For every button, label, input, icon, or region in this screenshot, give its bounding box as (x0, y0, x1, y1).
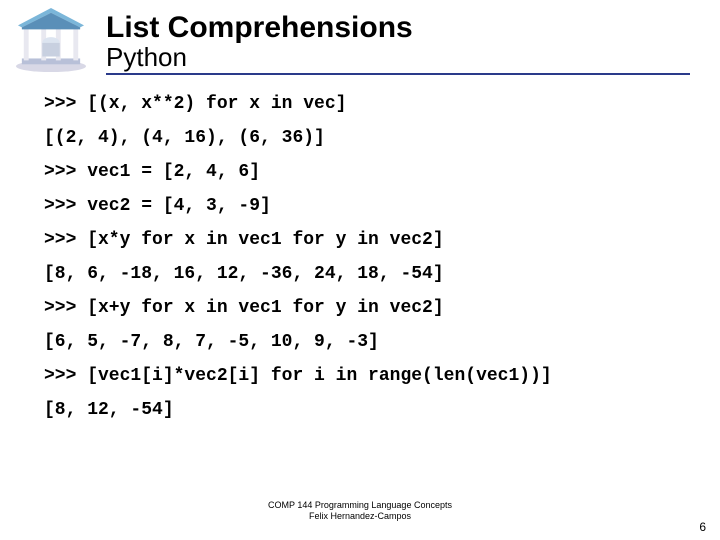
code-line: >>> [(x, x**2) for x in vec] (44, 95, 676, 113)
old-well-logo (12, 6, 90, 74)
code-line: [6, 5, -7, 8, 7, -5, 10, 9, -3] (44, 333, 676, 351)
slide-header: List Comprehensions Python (0, 0, 720, 75)
code-line: [8, 12, -54] (44, 401, 676, 419)
code-line: >>> [x*y for x in vec1 for y in vec2] (44, 231, 676, 249)
code-line: [(2, 4), (4, 16), (6, 36)] (44, 129, 676, 147)
code-content: >>> [(x, x**2) for x in vec] [(2, 4), (4… (44, 95, 676, 419)
code-line: >>> [vec1[i]*vec2[i] for i in range(len(… (44, 367, 676, 385)
slide-subtitle: Python (106, 44, 690, 75)
footer-line-2: Felix Hernandez-Campos (0, 511, 720, 522)
slide-footer: COMP 144 Programming Language Concepts F… (0, 500, 720, 522)
slide-title: List Comprehensions (106, 12, 720, 44)
page-number: 6 (699, 520, 706, 534)
title-block: List Comprehensions Python (106, 8, 720, 75)
footer-line-1: COMP 144 Programming Language Concepts (0, 500, 720, 511)
code-line: >>> vec1 = [2, 4, 6] (44, 163, 676, 181)
code-line: >>> [x+y for x in vec1 for y in vec2] (44, 299, 676, 317)
code-line: >>> vec2 = [4, 3, -9] (44, 197, 676, 215)
code-line: [8, 6, -18, 16, 12, -36, 24, 18, -54] (44, 265, 676, 283)
